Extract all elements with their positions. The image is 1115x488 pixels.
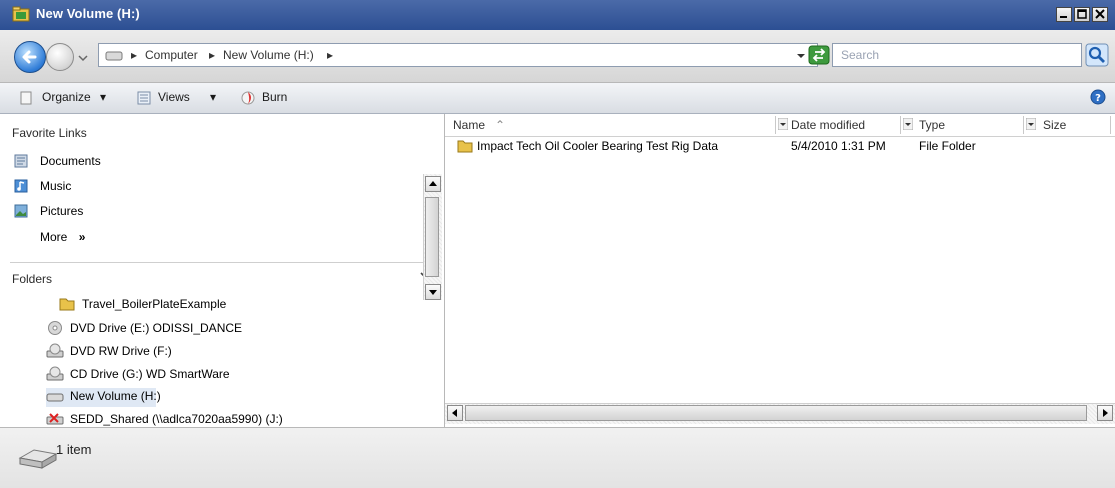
favorite-label: Music: [40, 179, 72, 193]
file-row[interactable]: Impact Tech Oil Cooler Bearing Test Rig …: [457, 138, 1097, 156]
column-filter-dropdown-icon[interactable]: [903, 118, 913, 130]
breadcrumb-computer[interactable]: Computer: [145, 48, 198, 62]
column-separator[interactable]: [900, 116, 901, 134]
details-pane: 1 item: [0, 427, 1115, 488]
command-toolbar: Organize ▾ Views ▾ Burn: [0, 83, 1115, 114]
scroll-down-button[interactable]: [425, 284, 441, 300]
search-button[interactable]: [1085, 43, 1109, 67]
organize-button[interactable]: Organize: [42, 90, 91, 104]
window-title: New Volume (H:): [36, 6, 140, 21]
scroll-thumb[interactable]: [465, 405, 1087, 421]
minimize-button[interactable]: [1056, 7, 1072, 22]
folder-icon: [59, 298, 75, 311]
column-header-size[interactable]: Size: [1043, 118, 1066, 132]
double-chevron-right-icon: »: [78, 230, 86, 244]
tree-item-label: DVD RW Drive (F:): [70, 344, 172, 358]
views-icon: [137, 91, 151, 105]
tree-item-dvd-rw-drive-f[interactable]: DVD RW Drive (F:): [46, 343, 416, 361]
pane-divider: [10, 262, 436, 263]
forward-button[interactable]: [46, 43, 74, 71]
column-separator[interactable]: [1023, 116, 1024, 134]
back-button[interactable]: [14, 41, 46, 73]
recent-pages-dropdown-icon[interactable]: [78, 53, 88, 63]
column-header-date-modified[interactable]: Date modified: [791, 118, 865, 132]
breadcrumb-separator[interactable]: ▸: [131, 48, 137, 62]
search-icon: [1085, 43, 1109, 67]
address-dropdown-icon[interactable]: [796, 51, 806, 61]
pictures-icon: [14, 204, 28, 218]
tree-item-travel-boilerplate[interactable]: Travel_BoilerPlateExample: [58, 296, 418, 314]
network-drive-disconnected-icon: [46, 413, 64, 425]
more-label: More: [40, 230, 68, 244]
arrow-right-icon: [1103, 409, 1108, 417]
breadcrumb-new-volume[interactable]: New Volume (H:): [223, 48, 314, 62]
back-arrow-icon: [22, 50, 37, 64]
tree-item-label: CD Drive (G:) WD SmartWare: [70, 367, 230, 381]
dvd-rw-drive-icon: [46, 343, 64, 358]
more-favorites-link[interactable]: More »: [40, 230, 85, 244]
folder-icon: [457, 140, 473, 153]
tree-item-label: Travel_BoilerPlateExample: [82, 297, 227, 311]
scroll-right-button[interactable]: [1097, 405, 1113, 421]
close-button[interactable]: [1092, 7, 1108, 22]
tree-item-dvd-drive-e[interactable]: DVD Drive (E:) ODISSI_DANCE: [46, 320, 416, 338]
cd-drive-icon: [46, 366, 64, 381]
scroll-up-button[interactable]: [425, 176, 441, 192]
tree-item-label: DVD Drive (E:) ODISSI_DANCE: [70, 321, 243, 335]
item-count: 1 item: [56, 442, 92, 457]
folder-icon: [12, 6, 30, 22]
tree-item-cd-drive-g[interactable]: CD Drive (G:) WD SmartWare: [46, 366, 416, 384]
drive-icon: [105, 51, 123, 61]
documents-icon: [14, 154, 28, 168]
favorite-links-heading: Favorite Links: [12, 126, 87, 140]
help-icon[interactable]: ?: [1090, 89, 1106, 105]
scroll-left-button[interactable]: [447, 405, 463, 421]
file-date-modified: 5/4/2010 1:31 PM: [791, 139, 886, 153]
burn-icon: [241, 91, 255, 105]
arrow-up-icon: [429, 181, 437, 186]
arrow-down-icon: [429, 290, 437, 295]
views-button[interactable]: Views: [158, 90, 190, 104]
search-placeholder: Search: [841, 48, 880, 62]
column-header-type[interactable]: Type: [919, 118, 945, 132]
tree-item-label: SEDD_Shared (\\adlca7020aa5990) (J:): [70, 412, 283, 426]
title-bar[interactable]: New Volume (H:): [0, 0, 1115, 31]
file-type: File Folder: [919, 139, 976, 153]
column-separator[interactable]: [775, 116, 776, 134]
views-dropdown-icon[interactable]: ▾: [210, 90, 216, 104]
tree-item-new-volume-h[interactable]: New Volume (H:): [46, 388, 161, 407]
arrow-left-icon: [452, 409, 457, 417]
burn-button[interactable]: Burn: [262, 90, 287, 104]
column-filter-dropdown-icon[interactable]: [778, 118, 788, 130]
refresh-icon[interactable]: [808, 43, 830, 67]
organize-icon: [20, 91, 32, 105]
navigation-pane: Favorite Links Documents Music Pictures …: [0, 114, 445, 427]
breadcrumb-separator[interactable]: ▸: [209, 48, 215, 62]
organize-dropdown-icon[interactable]: ▾: [100, 90, 106, 104]
favorite-label: Pictures: [40, 204, 84, 218]
svg-text:?: ?: [1095, 93, 1101, 104]
column-headers: Name ⌃ Date modified Type Size: [445, 114, 1115, 137]
column-separator[interactable]: [1110, 116, 1111, 134]
scroll-thumb[interactable]: [425, 197, 439, 277]
file-name: Impact Tech Oil Cooler Bearing Test Rig …: [477, 139, 719, 153]
column-header-name[interactable]: Name: [453, 118, 485, 132]
dvd-drive-icon: [48, 321, 62, 335]
address-bar[interactable]: ▸ Computer ▸ New Volume (H:) ▸: [98, 43, 818, 67]
column-filter-dropdown-icon[interactable]: [1026, 118, 1036, 130]
maximize-button[interactable]: [1074, 7, 1090, 22]
sort-ascending-icon: ⌃: [495, 118, 506, 132]
favorite-label: Documents: [40, 154, 101, 168]
tree-item-label: New Volume (H:): [70, 389, 161, 403]
address-row: ▸ Computer ▸ New Volume (H:) ▸ Search: [0, 30, 1115, 83]
search-input[interactable]: Search: [832, 43, 1082, 67]
folders-heading[interactable]: Folders: [12, 272, 52, 286]
hard-drive-icon: [46, 393, 64, 402]
file-list-pane: Name ⌃ Date modified Type Size Impact Te…: [445, 114, 1115, 427]
music-icon: [14, 179, 28, 193]
breadcrumb-separator[interactable]: ▸: [327, 48, 333, 62]
hard-drive-icon: [18, 449, 58, 469]
